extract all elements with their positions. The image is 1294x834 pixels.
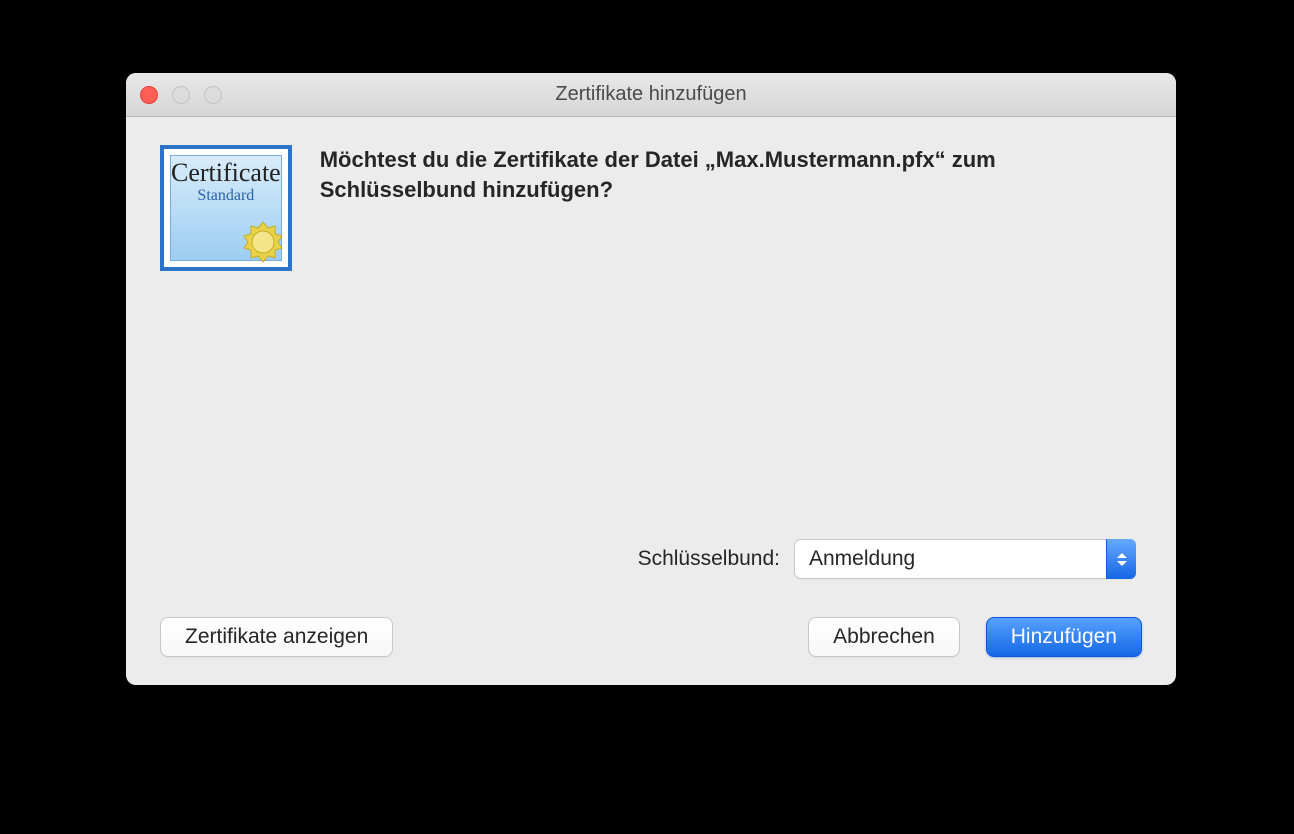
window-title: Zertifikate hinzufügen [126, 83, 1176, 106]
cancel-button[interactable]: Abbrechen [808, 617, 960, 657]
show-certificates-button[interactable]: Zertifikate anzeigen [160, 617, 393, 657]
certificate-icon-text1: Certificate [171, 160, 281, 186]
traffic-lights [140, 86, 222, 104]
dropdown-stepper-icon [1106, 539, 1136, 579]
certificate-icon-inner: Certificate Standard [170, 155, 282, 261]
dialog-window: Zertifikate hinzufügen Certificate Stand… [126, 73, 1176, 685]
titlebar: Zertifikate hinzufügen [126, 73, 1176, 117]
right-buttons: Abbrechen Hinzufügen [808, 617, 1142, 657]
message-row: Certificate Standard Möchtest du die Zer… [160, 145, 1142, 271]
maximize-icon [204, 86, 222, 104]
chevron-down-icon [1117, 561, 1127, 566]
keychain-select[interactable]: Anmeldung [794, 539, 1136, 579]
add-button[interactable]: Hinzufügen [986, 617, 1142, 657]
seal-icon [241, 220, 285, 264]
keychain-select-value: Anmeldung [795, 547, 1106, 571]
keychain-label: Schlüsselbund: [638, 547, 780, 571]
close-icon[interactable] [140, 86, 158, 104]
dialog-message: Möchtest du die Zertifikate der Datei „M… [320, 145, 1142, 271]
chevron-up-icon [1117, 553, 1127, 558]
minimize-icon [172, 86, 190, 104]
certificate-icon-text2: Standard [197, 188, 254, 204]
certificate-icon: Certificate Standard [160, 145, 292, 271]
keychain-row: Schlüsselbund: Anmeldung [160, 539, 1142, 579]
dialog-content: Certificate Standard Möchtest du die Zer… [126, 117, 1176, 685]
spacer [160, 271, 1142, 539]
button-row: Zertifikate anzeigen Abbrechen Hinzufüge… [160, 617, 1142, 657]
